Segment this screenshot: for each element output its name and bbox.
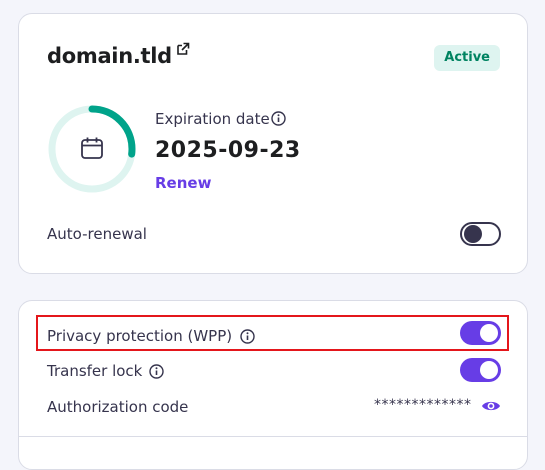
- transfer-lock-label: Transfer lock: [47, 362, 143, 380]
- toggle-knob: [464, 225, 482, 243]
- domain-overview-card: domain.tld Active Expiration date 2025-0…: [18, 13, 528, 274]
- auto-renewal-toggle[interactable]: [460, 222, 501, 246]
- expiration-date-value: 2025-09-23: [155, 138, 301, 163]
- auto-renewal-label: Auto-renewal: [47, 225, 147, 243]
- privacy-protection-toggle[interactable]: [460, 321, 501, 345]
- authorization-code-value: *************: [374, 397, 472, 413]
- domain-name: domain.tld: [47, 44, 172, 68]
- toggle-knob: [480, 324, 498, 342]
- renew-link[interactable]: Renew: [155, 174, 211, 192]
- status-badge: Active: [434, 45, 500, 71]
- privacy-protection-label: Privacy protection (WPP): [47, 327, 233, 345]
- external-link-icon[interactable]: [176, 42, 190, 56]
- eye-icon[interactable]: [481, 398, 501, 414]
- info-icon[interactable]: [149, 364, 164, 379]
- transfer-lock-toggle[interactable]: [460, 358, 501, 382]
- info-icon[interactable]: [271, 111, 286, 126]
- expiration-date-label: Expiration date: [155, 110, 270, 128]
- calendar-icon: [81, 137, 103, 159]
- authorization-code-label: Authorization code: [47, 398, 189, 416]
- info-icon[interactable]: [240, 329, 255, 344]
- section-divider: [19, 436, 527, 437]
- toggle-knob: [480, 361, 498, 379]
